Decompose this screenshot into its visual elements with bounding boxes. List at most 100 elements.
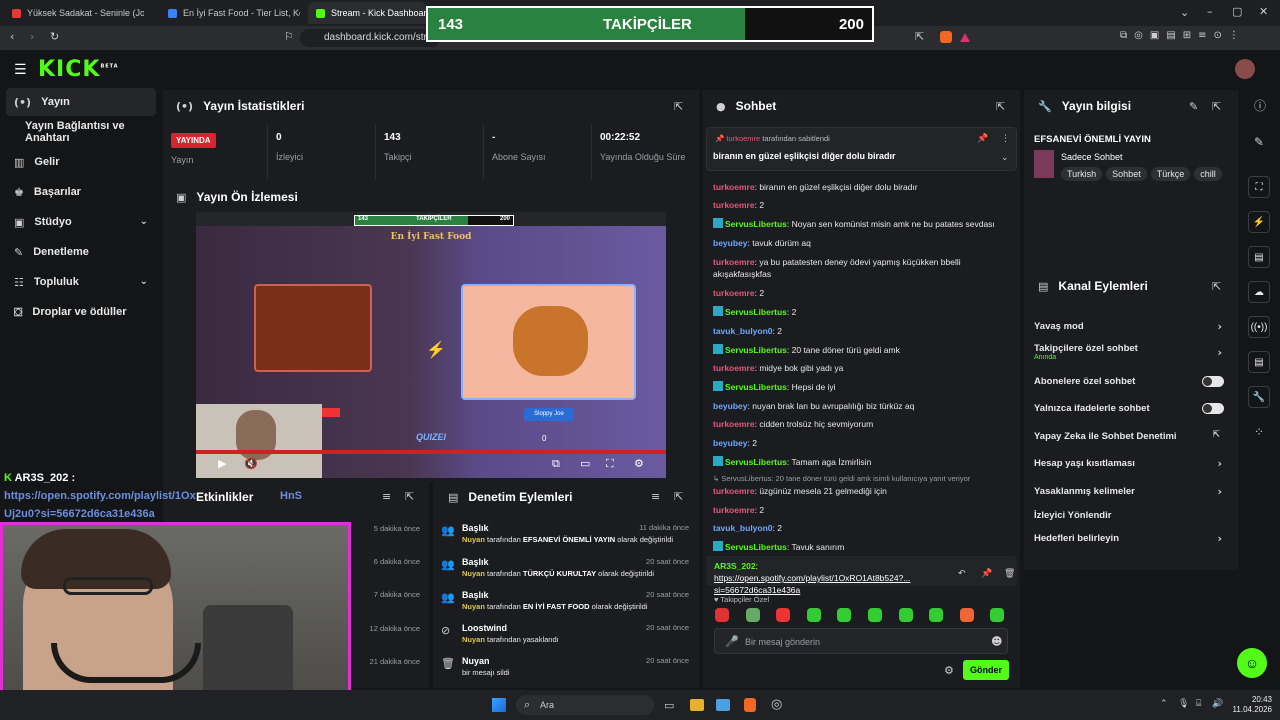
avatar[interactable] bbox=[1235, 59, 1255, 79]
pin-message-icon[interactable]: 📌 bbox=[981, 570, 992, 579]
kick-logo[interactable]: KICKBETA bbox=[38, 57, 119, 82]
events-popout-icon[interactable]: ⇱ bbox=[405, 491, 414, 502]
chat-message[interactable]: turkoemre: midye bok gibi yadı ya bbox=[713, 362, 1013, 374]
brave-shield-icon[interactable] bbox=[940, 31, 952, 43]
delete-icon[interactable]: 🗑 bbox=[1004, 570, 1015, 579]
mic-icon[interactable]: 🎤 bbox=[725, 636, 739, 647]
chat-message[interactable]: beyubey: nuyan brak lan bu avrupalılığı … bbox=[713, 400, 1013, 412]
emote-icon[interactable] bbox=[715, 608, 729, 622]
back-icon[interactable]: ‹ bbox=[10, 31, 14, 42]
emote-icon[interactable] bbox=[776, 608, 791, 622]
channel-actions-popout-icon[interactable]: ⇱ bbox=[1212, 281, 1221, 292]
file-explorer-icon[interactable] bbox=[690, 699, 704, 711]
sidebar-item-6[interactable]: ☷ Topluluk ⌄ bbox=[6, 268, 156, 296]
mic-tray-icon[interactable]: 🎙 bbox=[1178, 700, 1189, 709]
edit-icon[interactable]: ✎ bbox=[1189, 101, 1198, 112]
browser-tab-3[interactable]: Stream - Kick Dashboard bbox=[308, 2, 426, 24]
settings-icon[interactable]: ⚙ bbox=[634, 458, 644, 469]
rewards-icon[interactable] bbox=[960, 33, 970, 42]
expand-icon[interactable]: ⌄ bbox=[1001, 154, 1009, 163]
sidebar-item-7[interactable]: ⛋ Droplar ve ödüller bbox=[6, 298, 156, 326]
more-icon[interactable]: ⋮ bbox=[1001, 135, 1010, 144]
chat-message[interactable]: beyubey: tavuk dürüm aq bbox=[713, 237, 1013, 249]
close-window-icon[interactable]: ✕ bbox=[1259, 6, 1268, 17]
mute-icon[interactable]: 🔇 bbox=[244, 458, 258, 469]
tray-chevron-icon[interactable]: ⌃ bbox=[1160, 700, 1168, 709]
channel-action-item[interactable]: Abonelere özel sohbet bbox=[1034, 376, 1224, 390]
toggle-switch[interactable] bbox=[1202, 403, 1224, 414]
theater-icon[interactable]: ▭ bbox=[580, 458, 590, 469]
broadcast-rail-icon[interactable]: ((•)) bbox=[1248, 316, 1270, 338]
network-icon[interactable]: ⌸ bbox=[1196, 700, 1201, 709]
taskbar-clock[interactable]: 20:43 11.04.2026 bbox=[1232, 695, 1272, 715]
menu-icon[interactable]: ☰ bbox=[14, 63, 27, 77]
emote-icon[interactable] bbox=[806, 608, 821, 622]
emote-icon[interactable] bbox=[959, 608, 974, 622]
address-bar[interactable]: dashboard.kick.com/stream bbox=[300, 29, 440, 47]
apps-icon[interactable]: ⁘ bbox=[1254, 426, 1264, 438]
emoji-icon[interactable]: ☻ bbox=[991, 636, 1002, 647]
mod-filter-icon[interactable]: ≡ bbox=[651, 491, 660, 502]
reply-icon[interactable]: ↶ bbox=[958, 570, 966, 579]
emote-icon[interactable] bbox=[929, 608, 944, 622]
emote-icon[interactable] bbox=[898, 608, 913, 622]
chat-message[interactable]: turkoemre: cidden trolsüz hiç sevmiyorum bbox=[713, 418, 1013, 430]
tag-pill[interactable]: chill bbox=[1194, 167, 1222, 181]
tag-pill[interactable]: Sohbet bbox=[1106, 167, 1147, 181]
toggle-switch[interactable] bbox=[1202, 376, 1224, 387]
task-view-icon[interactable]: ▭ bbox=[664, 700, 674, 711]
chat-message[interactable]: tavuk_bulyon0: 2 bbox=[713, 522, 1013, 534]
chat-input[interactable]: 🎤 Bir mesaj gönderin ☻ bbox=[714, 628, 1008, 654]
browser-tab-2[interactable]: En İyi Fast Food - Tier List, Kör Sırala… bbox=[160, 2, 300, 24]
layout-icon[interactable]: ▤ bbox=[1248, 351, 1270, 373]
sidebar-item-5[interactable]: ✎ Denetleme bbox=[6, 238, 156, 266]
chat-settings-icon[interactable]: ⚙ bbox=[944, 665, 954, 676]
channel-action-item[interactable]: Yasaklanmış kelimeler › bbox=[1034, 486, 1224, 500]
sidebar-item-0[interactable]: (•) Yayın bbox=[6, 88, 156, 116]
channel-action-item[interactable]: Takipçilere özel sohbet Anında › bbox=[1034, 343, 1224, 361]
obs-icon[interactable]: ◎ bbox=[771, 698, 782, 711]
brave-taskbar-icon[interactable] bbox=[744, 698, 756, 712]
page-icon[interactable]: ▤ bbox=[1248, 246, 1270, 268]
channel-action-item[interactable]: Yalnızca ifadelerle sohbet bbox=[1034, 403, 1224, 417]
chat-message[interactable]: turkoemre: ya bu patatesten deney ödevi … bbox=[713, 256, 1013, 280]
tool-icon[interactable]: 🔧 bbox=[1248, 386, 1270, 408]
bookmark-icon[interactable]: ⚐ bbox=[284, 31, 294, 42]
chat-popout-icon[interactable]: ⇱ bbox=[996, 101, 1005, 112]
sidebar-item-2[interactable]: ▥ Gelir bbox=[6, 148, 156, 176]
sidebar-item-4[interactable]: ▣ Stüdyo ⌄ bbox=[6, 208, 156, 236]
channel-action-item[interactable]: Hedefleri belirleyin › bbox=[1034, 533, 1224, 547]
browser-tab-1[interactable]: Yüksek Sadakat - Seninle (JoyTurk bbox=[4, 2, 144, 24]
chat-message[interactable]: turkoemre: 2 bbox=[713, 504, 1013, 516]
mod-popout-icon[interactable]: ⇱ bbox=[674, 491, 683, 502]
help-chat-icon[interactable]: ☺ bbox=[1237, 648, 1267, 678]
chat-message[interactable]: turkoemre: 2 bbox=[713, 287, 1013, 299]
filter-icon[interactable]: ≡ bbox=[382, 491, 391, 502]
info-icon[interactable]: ⓘ bbox=[1254, 100, 1266, 112]
volume-icon[interactable]: 🔊 bbox=[1212, 700, 1223, 709]
share-icon[interactable]: ⇱ bbox=[915, 31, 924, 42]
sidebar-item-1[interactable]: Yayın Bağlantısı ve Anahtarı bbox=[6, 118, 156, 146]
stream-info-popout-icon[interactable]: ⇱ bbox=[1212, 101, 1221, 112]
preview-progress[interactable] bbox=[196, 450, 666, 454]
chat-message[interactable]: ServusLibertus: Tamam aga İzmirlisin bbox=[713, 456, 1013, 468]
chat-message[interactable]: turkoemre: üzgünüz mesela 21 gelmediği i… bbox=[713, 485, 1013, 497]
pin-icon[interactable]: 📌 bbox=[977, 135, 988, 144]
chat-bubble-icon[interactable]: ☁ bbox=[1248, 281, 1270, 303]
popout-icon[interactable]: ⇱ bbox=[674, 101, 683, 112]
reload-icon[interactable]: ↻ bbox=[50, 31, 59, 42]
chat-message[interactable]: turkoemre: biranın en güzel eşlikçisi di… bbox=[713, 181, 1013, 193]
chat-message[interactable]: ServusLibertus: Noyan sen komünist misin… bbox=[713, 218, 1013, 230]
chat-message[interactable]: beyubey: 2 bbox=[713, 437, 1013, 449]
fullscreen-icon[interactable]: ⛶ bbox=[606, 458, 614, 469]
minimize-icon[interactable]: – bbox=[1207, 6, 1213, 17]
chat-message[interactable]: tavuk_bulyon0: 2 bbox=[713, 325, 1013, 337]
sidebar-item-3[interactable]: ♚ Başarılar bbox=[6, 178, 156, 206]
emote-icon[interactable] bbox=[745, 608, 760, 622]
chat-message[interactable]: ServusLibertus: Tavuk sanırım bbox=[713, 541, 1013, 553]
chat-message[interactable]: ServusLibertus: 20 tane döner türü geldi… bbox=[713, 344, 1013, 356]
windows-start-icon[interactable] bbox=[492, 698, 506, 712]
channel-action-item[interactable]: İzleyici Yönlendir bbox=[1034, 510, 1224, 524]
emote-icon[interactable] bbox=[868, 608, 882, 622]
tab-dropdown-icon[interactable]: ⌄ bbox=[1180, 7, 1189, 18]
